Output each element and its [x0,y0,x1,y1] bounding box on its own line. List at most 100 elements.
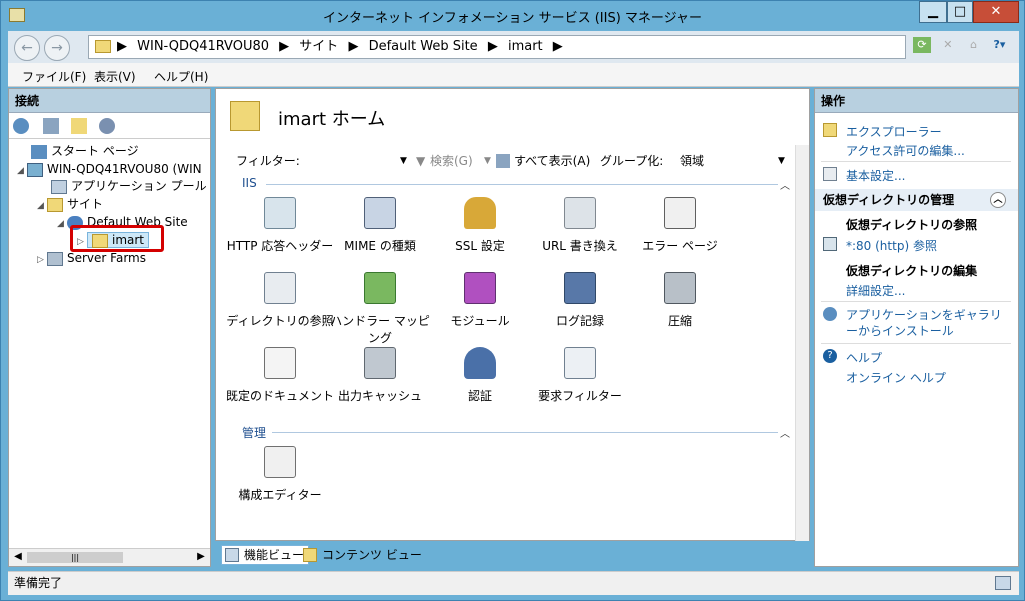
feature-mime-types[interactable]: MIME の種類 [326,197,434,254]
divider [821,343,1011,344]
collapse-section-icon[interactable]: ︿ [990,192,1006,208]
navbar-tools: ⟳ ✕ ⌂ ?▾ [913,37,1012,57]
horizontal-scrollbar[interactable]: ◀ ||| ▶ [9,548,210,566]
scroll-right-icon[interactable]: ▶ [194,551,208,562]
status-text: 準備完了 [14,576,63,590]
authentication-icon [464,347,496,379]
feature-directory-browsing[interactable]: ディレクトリの参照 [226,272,334,329]
lock-icon [464,197,496,229]
collapse-icon[interactable]: ◢ [37,197,47,215]
group-dropdown-icon[interactable]: ▼ [778,149,785,173]
breadcrumb: ▶ WIN-QDQ41RVOU80 ▶ サイト ▶ Default Web Si… [117,36,569,58]
feature-handler-mappings[interactable]: ハンドラー マッピング [326,272,434,346]
minimize-button[interactable]: ▁ [919,1,947,23]
network-status-icon [995,576,1011,590]
tree-item-server[interactable]: ◢ WIN-QDQ41RVOU80 (WIN [17,160,202,178]
feature-default-document[interactable]: 既定のドキュメント [226,347,334,404]
action-advanced-settings[interactable]: 詳細設定... [846,282,905,299]
feature-output-caching[interactable]: 出力キャッシュ [326,347,434,404]
search-dropdown-icon[interactable]: ▼ [484,149,491,173]
feature-configuration-editor[interactable]: 構成エディター [226,446,334,503]
group-by-label: グループ化: [600,154,664,168]
filter-bar: フィルター: ▼ ▼ 検索(G) ▼ すべて表示(A) グループ化: 領域 ▼ [230,149,796,173]
action-explore[interactable]: エクスプローラー [846,123,942,140]
feature-error-pages[interactable]: エラー ページ [626,197,734,254]
error-page-icon [664,197,696,229]
vertical-scrollbar[interactable] [795,145,809,541]
browse-icon [823,237,837,251]
virtual-directory-section[interactable]: 仮想ディレクトリの管理 ︿ [815,189,1018,211]
menu-help[interactable]: ヘルプ(H) [154,68,208,85]
action-basic-settings[interactable]: 基本設定... [846,167,905,184]
folder-icon [95,40,111,53]
feature-modules[interactable]: モジュール [426,272,534,329]
connections-title: 接続 [9,89,210,113]
iis-manager-window: インターネット インフォメーション サービス (IIS) マネージャー ▁ □ … [0,0,1025,601]
action-browse-http[interactable]: *:80 (http) 参照 [846,237,937,254]
feature-http-headers[interactable]: HTTP 応答ヘッダー [226,197,334,254]
stop-icon[interactable]: ✕ [939,37,957,53]
tree-item-app-pools[interactable]: アプリケーション プール [51,177,207,195]
actions-pane: 操作 エクスプローラー アクセス許可の編集... 基本設定... 仮想ディレクト… [814,88,1019,567]
browse-vdir-heading: 仮想ディレクトリの参照 [846,218,978,232]
collapse-icon[interactable]: ◢ [57,215,67,233]
compression-icon [664,272,696,304]
tree-item-start-page[interactable]: スタート ページ [31,142,139,160]
breadcrumb-item-default-web-site[interactable]: Default Web Site [369,39,478,54]
help-icon[interactable]: ?▾ [990,37,1008,53]
maximize-button[interactable]: □ [947,1,973,23]
basic-settings-icon [823,167,837,181]
close-button[interactable]: ✕ [973,1,1019,23]
action-edit-permissions[interactable]: アクセス許可の編集... [846,142,965,159]
collapse-iis-icon[interactable]: ︿ [780,177,790,192]
up-folder-icon[interactable] [71,118,87,134]
group-by-select[interactable]: 領域 [680,149,704,173]
feature-request-filtering[interactable]: 要求フィルター [526,347,634,404]
filter-input[interactable] [302,149,402,169]
breadcrumb-item-imart[interactable]: imart [508,39,543,54]
forward-button[interactable]: → [44,35,70,61]
show-all-button[interactable]: すべて表示(A) [514,149,590,173]
navigation-bar: ← → ▶ WIN-QDQ41RVOU80 ▶ サイト ▶ Default We… [8,31,1019,63]
scroll-thumb[interactable]: ||| [27,552,123,563]
handler-mappings-icon [364,272,396,304]
feature-url-rewrite[interactable]: URL 書き換え [526,197,634,254]
action-install-from-gallery[interactable]: アプリケーションをギャラリーからインストール [846,307,1011,339]
divider [821,161,1011,162]
feature-authentication[interactable]: 認証 [426,347,534,404]
feature-logging[interactable]: ログ記録 [526,272,634,329]
tab-features-view[interactable]: 機能ビュー [221,545,310,565]
connect-icon[interactable] [13,118,29,134]
feature-compression[interactable]: 圧縮 [626,272,734,329]
app-pool-icon [51,179,67,194]
menu-file[interactable]: ファイル(F) [22,68,86,85]
help-circle-icon: ? [823,349,837,363]
feature-view-pane: imart ホーム フィルター: ▼ ▼ 検索(G) ▼ すべて表示(A) グル… [215,88,810,541]
gallery-icon [823,307,837,321]
expand-icon[interactable]: ▷ [37,251,47,269]
virtual-directory-large-icon [230,101,260,131]
menu-view[interactable]: 表示(V) [94,68,136,85]
collapse-management-icon[interactable]: ︿ [780,425,790,440]
tree-item-sites[interactable]: ◢ サイト [37,195,103,213]
disconnect-icon[interactable] [99,118,115,134]
collapse-icon[interactable]: ◢ [17,162,27,180]
address-bar[interactable]: ▶ WIN-QDQ41RVOU80 ▶ サイト ▶ Default Web Si… [88,35,906,59]
scroll-left-icon[interactable]: ◀ [11,551,25,562]
breadcrumb-item-sites[interactable]: サイト [299,39,338,54]
breadcrumb-separator: ▶ [279,39,290,54]
logging-icon [564,272,596,304]
breadcrumb-item-server[interactable]: WIN-QDQ41RVOU80 [137,39,269,54]
action-online-help[interactable]: オンライン ヘルプ [846,369,946,386]
action-help[interactable]: ヘルプ [846,349,882,366]
edit-vdir-heading: 仮想ディレクトリの編集 [846,264,978,278]
save-icon[interactable] [43,118,59,134]
back-button[interactable]: ← [14,35,40,61]
home-icon[interactable]: ⌂ [965,37,983,53]
refresh-icon[interactable]: ⟳ [913,37,931,53]
search-button[interactable]: 検索(G) [430,149,473,173]
tab-content-view[interactable]: コンテンツ ビュー [299,545,427,565]
explore-icon [823,123,837,137]
feature-ssl-settings[interactable]: SSL 設定 [426,197,534,254]
filter-dropdown-icon[interactable]: ▼ [400,149,407,173]
